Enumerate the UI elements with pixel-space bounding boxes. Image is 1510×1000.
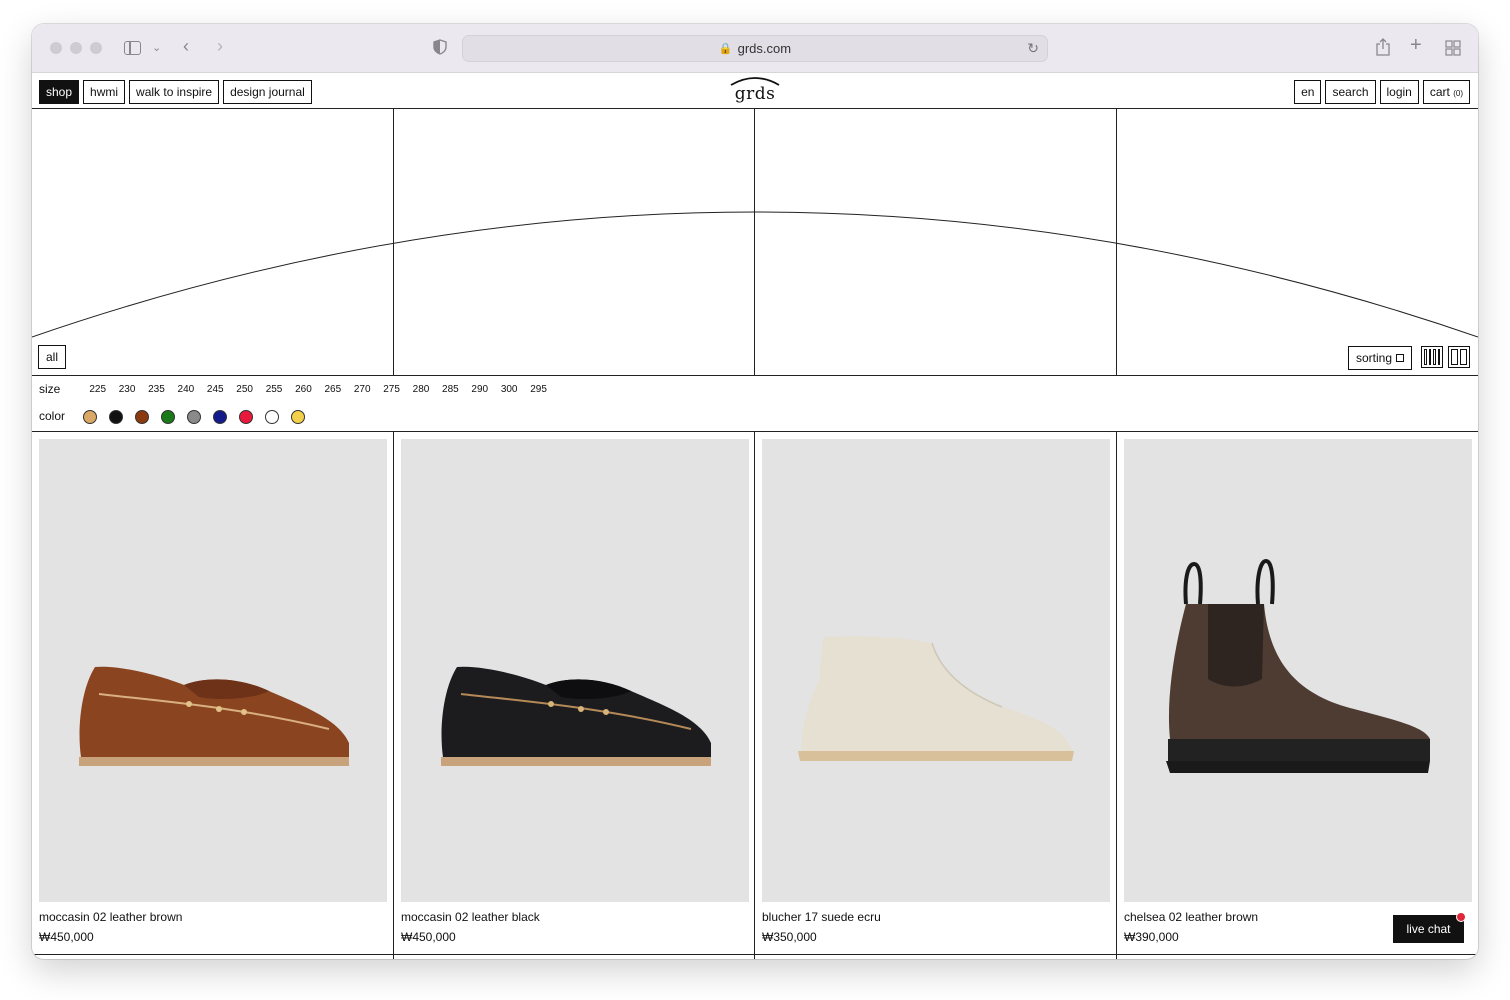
product-price: ₩350,000 [762, 930, 817, 944]
size-option[interactable]: 300 [494, 384, 523, 395]
size-option[interactable]: 250 [230, 384, 259, 395]
share-icon[interactable] [1376, 38, 1390, 60]
new-tab-icon[interactable]: + [1410, 35, 1422, 55]
size-filter-label: size [39, 382, 61, 396]
product-card[interactable]: moccasin 02 leather brown ₩450,000 [39, 439, 387, 944]
color-swatch[interactable] [109, 410, 123, 424]
product-price: ₩450,000 [401, 930, 456, 944]
grid-bottom-border [32, 954, 1478, 955]
logo-text: grds [734, 84, 776, 104]
column-divider [1116, 432, 1117, 959]
browser-window: ⌄ ‹ › 🔒 grds.com ↻ + shop hwmi walk to i… [32, 24, 1478, 959]
lock-icon: 🔒 [718, 43, 733, 55]
two-column-view-button[interactable] [1448, 346, 1470, 368]
minimize-window-button[interactable] [70, 42, 82, 54]
sorting-label: sorting [1356, 351, 1393, 365]
product-name[interactable]: moccasin 02 leather black [401, 910, 749, 924]
notification-dot [1456, 912, 1466, 922]
utility-nav: en search login cart (0) [1294, 80, 1470, 104]
size-options: 225 230 235 240 245 250 255 260 265 270 … [83, 384, 553, 395]
size-option[interactable]: 290 [465, 384, 494, 395]
site-logo[interactable]: grds [725, 76, 785, 106]
size-option[interactable]: 280 [406, 384, 435, 395]
cart-label: cart [1429, 85, 1450, 99]
login-button[interactable]: login [1379, 80, 1419, 104]
product-card[interactable]: chelsea 02 leather brown ₩390,000 [1124, 439, 1472, 944]
size-option[interactable]: 270 [348, 384, 377, 395]
product-price: ₩450,000 [39, 930, 94, 944]
size-option[interactable]: 240 [171, 384, 200, 395]
column-divider [393, 432, 394, 959]
product-image[interactable] [401, 439, 749, 902]
product-image[interactable] [1124, 439, 1472, 902]
nav-shop[interactable]: shop [39, 80, 80, 104]
search-button[interactable]: search [1325, 80, 1376, 104]
product-name[interactable]: blucher 17 suede ecru [762, 910, 1110, 924]
reload-icon[interactable]: ↻ [1027, 40, 1039, 57]
product-grid: moccasin 02 leather brown ₩450,000 mocca… [32, 432, 1478, 959]
close-window-button[interactable] [50, 42, 62, 54]
color-swatch[interactable] [161, 410, 175, 424]
arc-graphic [32, 109, 1478, 376]
product-card[interactable]: blucher 17 suede ecru ₩350,000 [762, 439, 1110, 944]
zoom-window-button[interactable] [90, 42, 102, 54]
site-header: shop hwmi walk to inspire design journal… [32, 73, 1478, 109]
grid-two-icon [1449, 347, 1469, 367]
product-image[interactable] [39, 439, 387, 902]
live-chat-button[interactable]: live chat [1393, 912, 1466, 943]
address-bar[interactable]: 🔒 grds.com ↻ [462, 35, 1048, 62]
color-swatch[interactable] [265, 410, 279, 424]
checkbox-icon [1396, 354, 1405, 362]
moccasin-shoe-icon [79, 666, 349, 766]
size-option[interactable]: 295 [524, 384, 553, 395]
color-swatch[interactable] [213, 410, 227, 424]
live-chat-label: live chat [1406, 922, 1451, 936]
color-swatch[interactable] [83, 410, 97, 424]
chevron-down-icon[interactable]: ⌄ [152, 40, 161, 56]
size-option[interactable]: 245 [201, 384, 230, 395]
main-nav: shop hwmi walk to inspire design journal [39, 80, 312, 104]
size-option[interactable]: 225 [83, 384, 112, 395]
sorting-button[interactable]: sorting [1348, 346, 1413, 370]
cart-button[interactable]: cart (0) [1422, 80, 1470, 104]
cart-count: (0) [1453, 89, 1463, 98]
four-column-view-button[interactable] [1421, 346, 1443, 368]
category-hero: all sorting [32, 109, 1478, 376]
size-option[interactable]: 230 [112, 384, 141, 395]
grid-four-icon [1422, 347, 1442, 367]
size-option[interactable]: 275 [377, 384, 406, 395]
nav-hwmi[interactable]: hwmi [83, 80, 126, 104]
size-option[interactable]: 235 [142, 384, 171, 395]
url-text: grds.com [737, 41, 792, 56]
size-option[interactable]: 255 [259, 384, 288, 395]
desert-boot-icon [798, 636, 1074, 761]
browser-toolbar: ⌄ ‹ › 🔒 grds.com ↻ + [32, 24, 1478, 73]
size-option[interactable]: 265 [318, 384, 347, 395]
nav-design-journal[interactable]: design journal [223, 80, 312, 104]
color-swatch[interactable] [291, 410, 305, 424]
color-swatch[interactable] [239, 410, 253, 424]
product-card[interactable]: moccasin 02 leather black ₩450,000 [401, 439, 749, 944]
back-icon[interactable]: ‹ [183, 37, 189, 55]
tab-overview-icon[interactable] [1445, 40, 1461, 60]
chelsea-boot-icon [1166, 558, 1430, 773]
shield-icon[interactable] [433, 39, 447, 59]
color-swatch[interactable] [187, 410, 201, 424]
size-option[interactable]: 260 [289, 384, 318, 395]
nav-walk-to-inspire[interactable]: walk to inspire [129, 80, 220, 104]
language-button[interactable]: en [1294, 80, 1322, 104]
color-options [83, 410, 305, 424]
color-filter-label: color [39, 409, 66, 423]
size-option[interactable]: 285 [436, 384, 465, 395]
forward-icon[interactable]: › [217, 37, 223, 55]
window-controls [50, 42, 102, 54]
product-image[interactable] [762, 439, 1110, 902]
product-name[interactable]: moccasin 02 leather brown [39, 910, 387, 924]
sidebar-toggle-icon[interactable] [124, 41, 141, 55]
all-category-button[interactable]: all [38, 345, 67, 369]
filter-bar: size 225 230 235 240 245 250 255 260 265… [32, 376, 1478, 432]
moccasin-shoe-icon [441, 666, 711, 766]
column-divider [754, 432, 755, 959]
color-swatch[interactable] [135, 410, 149, 424]
